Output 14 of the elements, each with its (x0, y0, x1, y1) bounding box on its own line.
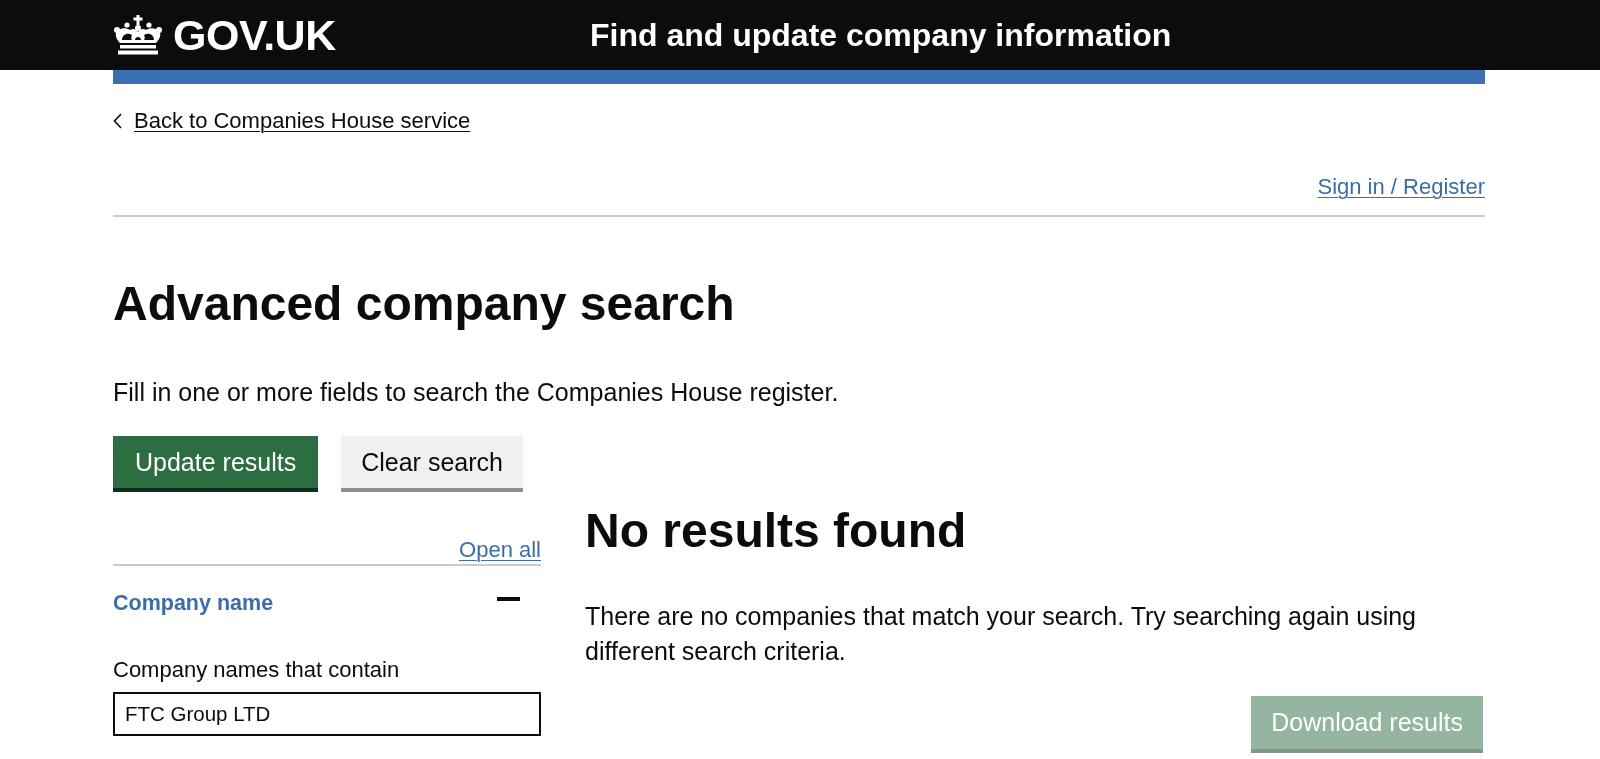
page-title: Advanced company search (113, 277, 736, 330)
service-name-link[interactable]: Find and update company information (590, 16, 1172, 54)
govuk-logo-link[interactable]: GOV.UK (113, 13, 336, 57)
no-results-message: There are no companies that match your search. Try searching again using different search criteria. (585, 601, 1417, 667)
field-label: Company names that contain (113, 657, 401, 683)
sign-in-link[interactable]: Sign in / Register (1317, 174, 1485, 200)
open-all-link[interactable]: Open all (459, 537, 541, 563)
back-link[interactable]: Back to Companies House service (113, 108, 471, 134)
company-name-input[interactable]: FTC Group LTD (113, 692, 541, 736)
chevron-left-icon (113, 113, 122, 129)
page-description: Fill in one or more fields to search the Companies House register. (113, 377, 840, 407)
results-heading: No results found (585, 504, 968, 557)
crown-icon (113, 15, 163, 55)
accordion-section-toggle[interactable]: Company name (113, 590, 541, 616)
